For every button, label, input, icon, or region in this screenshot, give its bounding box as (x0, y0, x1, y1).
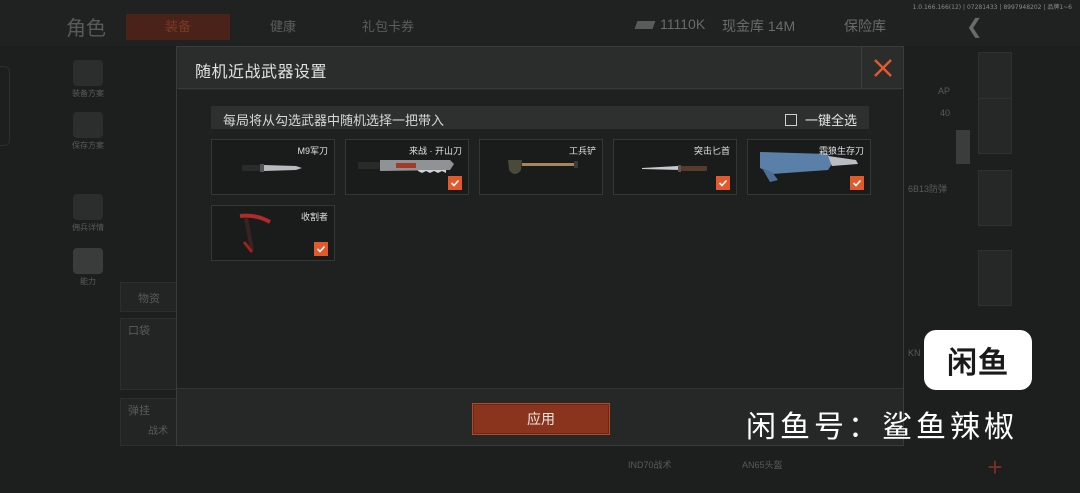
weapon-checkbox[interactable] (850, 176, 864, 190)
checkmark-icon (316, 245, 326, 253)
weapon-card-machete[interactable]: 来战 · 开山刀 (345, 139, 469, 195)
weapon-name: 收割者 (300, 212, 328, 222)
checkmark-icon (450, 179, 460, 187)
cash-store: 现金库 14M (722, 18, 796, 34)
add-icon[interactable]: + (980, 452, 1010, 482)
back-arrow-icon[interactable]: ❮ (966, 14, 983, 39)
weapon-checkbox[interactable] (448, 176, 462, 190)
weapon-checkbox[interactable] (716, 176, 730, 190)
bottom-item-2: AN65头盔 (742, 460, 783, 470)
checkmark-icon (718, 179, 728, 187)
select-all-label: 一键全选 (804, 113, 857, 128)
coin-icon (634, 21, 656, 29)
sidebar-label: 佣兵详情 (72, 223, 104, 232)
weapon-checkbox[interactable] (314, 242, 328, 256)
sidebar-item-mercenary[interactable]: 佣兵详情 (66, 194, 110, 233)
left-edge-handle[interactable] (0, 66, 10, 146)
vault-button[interactable]: 保险库 (828, 16, 902, 36)
weapon-card-shovel[interactable]: 工兵铲 (479, 139, 603, 195)
sidebar-label: 保存方案 (72, 141, 104, 150)
right-slot-2[interactable] (978, 98, 1012, 154)
weapon-card-reaper[interactable]: 收割者 (211, 205, 335, 261)
weapon-card-survival-knife[interactable]: 霜狼生存刀 (747, 139, 871, 195)
weapon-card-m9[interactable]: M9军刀 (211, 139, 335, 195)
right-slot-4[interactable] (978, 250, 1012, 306)
weapon-card-dagger[interactable]: 突击匕首 (613, 139, 737, 195)
backpack-icon (73, 60, 103, 86)
coin-value: 11110K (660, 16, 706, 32)
xianyu-logo: 闲鱼 (924, 330, 1032, 390)
weapon-name: 霜狼生存刀 (818, 146, 864, 156)
info-bar: 每局将从勾选武器中随机选择一把带入 一键全选 (211, 106, 869, 129)
page-title: 角色 (66, 16, 106, 40)
pocket-label: 口袋 (128, 325, 150, 337)
sidebar-item-save[interactable]: 保存方案 (66, 112, 110, 151)
download-icon (73, 112, 103, 138)
logo-text: 闲鱼 (947, 346, 1009, 381)
coin-balance: 11110K (634, 16, 706, 32)
random-melee-modal: 随机近战武器设置 每局将从勾选武器中随机选择一把带入 一键全选 M9军刀 来战 … (176, 46, 904, 446)
tab-gift-cards[interactable]: 礼包卡券 (338, 14, 438, 40)
scroll-indicator (956, 130, 970, 164)
checkmark-icon (852, 179, 862, 187)
sidebar-label: 装备方案 (72, 89, 104, 98)
right-slot-3[interactable] (978, 170, 1012, 226)
weapon-name: M9军刀 (297, 146, 328, 156)
armor-name: 6B13防弹 (908, 184, 948, 194)
modal-body: 每局将从勾选武器中随机选择一把带入 一键全选 M9军刀 来战 · 开山刀 工兵铲… (177, 90, 903, 388)
close-button[interactable] (861, 47, 903, 89)
sidebar-item-loadout[interactable]: 装备方案 (66, 60, 110, 99)
tactical-label: 战术 (148, 426, 168, 437)
weapon-name: 工兵铲 (568, 146, 596, 156)
checkbox-box (784, 113, 797, 126)
ap-label: AP (938, 86, 951, 96)
weapon-name: 突击匕首 (693, 146, 730, 156)
weapon-name: 来战 · 开山刀 (409, 146, 462, 156)
lightning-icon (73, 248, 103, 274)
info-text: 每局将从勾选武器中随机选择一把带入 (223, 113, 445, 128)
tab-equipment[interactable]: 装备 (126, 14, 230, 40)
close-icon (873, 59, 892, 77)
sidebar-item-ability[interactable]: 能力 (66, 248, 110, 287)
items-label: 物资 (138, 293, 160, 305)
helmet-icon (73, 194, 103, 220)
sidebar-label: 能力 (80, 277, 96, 286)
armor-value: 40 (940, 108, 951, 118)
tab-health[interactable]: 健康 (238, 14, 328, 40)
item-kn-label: KN (908, 348, 921, 358)
version-text: 1.0.166.166(12) | 07281433 | 8997948202 … (912, 4, 1072, 11)
watermark-handle: 闲鱼号：鲨鱼辣椒 (746, 410, 1018, 445)
modal-header: 随机近战武器设置 (177, 47, 903, 89)
bottom-item-1: IND70战术 (628, 460, 672, 470)
apply-button[interactable]: 应用 (472, 403, 610, 435)
ammo-label: 弹挂 (128, 405, 150, 417)
modal-title: 随机近战武器设置 (195, 64, 328, 81)
select-all-checkbox[interactable]: 一键全选 (784, 110, 857, 129)
